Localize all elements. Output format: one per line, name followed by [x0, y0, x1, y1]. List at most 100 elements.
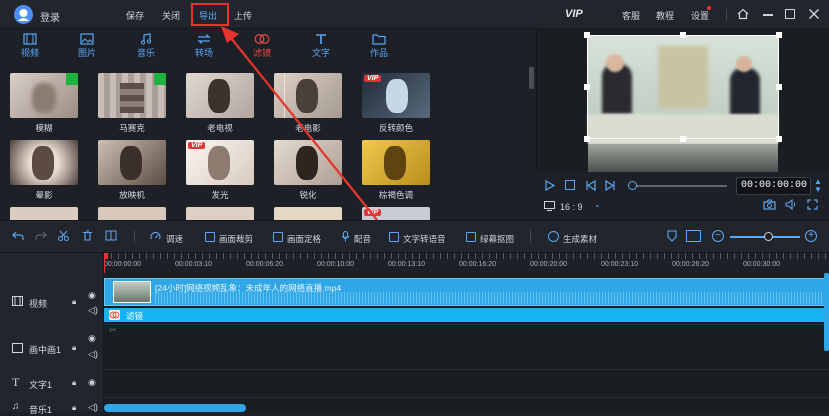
timeline-scrollbar[interactable]: [104, 404, 246, 412]
playback-controls: 00:00:00:00 ▲ ▼ 16 : 9 ⌄: [536, 172, 829, 220]
fullscreen-icon[interactable]: [807, 199, 818, 210]
maximize-icon[interactable]: [785, 9, 795, 19]
filter-thumb-blur[interactable]: [10, 73, 78, 118]
audio-icon[interactable]: ◁): [88, 402, 98, 413]
next-frame-icon[interactable]: [605, 180, 616, 191]
filter-thumb-mosaic[interactable]: [98, 73, 166, 118]
stop-icon[interactable]: [565, 180, 575, 190]
filter-icon: [109, 310, 120, 320]
home-icon[interactable]: [737, 8, 749, 20]
scissors-icon[interactable]: [58, 230, 69, 241]
tutorial-menu[interactable]: 教程: [656, 9, 674, 22]
zoom-slider-handle[interactable]: [764, 232, 773, 241]
filter-clip[interactable]: 滤镜: [104, 308, 829, 322]
ruler-tick: 00:00:26:20: [672, 261, 709, 268]
tab-image[interactable]: 图片: [70, 31, 104, 59]
filter-scrollbar[interactable]: [529, 67, 534, 89]
filter-thumb-vignette[interactable]: [10, 140, 78, 185]
tab-music-label: 音乐: [136, 48, 155, 58]
save-menu[interactable]: 保存: [126, 9, 144, 22]
tab-image-label: 图片: [77, 48, 96, 58]
annotation-arrow: [221, 26, 378, 221]
audio-icon[interactable]: ◁): [88, 349, 98, 360]
eye-icon[interactable]: ◉: [88, 290, 96, 301]
play-icon[interactable]: [544, 180, 555, 191]
tab-music[interactable]: 音乐: [129, 31, 163, 59]
ruler-tick: 00:00:30:00: [743, 261, 780, 268]
redo-icon[interactable]: [35, 230, 47, 241]
lock-icon[interactable]: 🔒︎: [72, 343, 76, 353]
crop-handle[interactable]: [584, 136, 590, 142]
crop-icon: [205, 232, 215, 242]
upload-menu[interactable]: 上传: [234, 9, 252, 22]
zoom-in-icon[interactable]: +: [805, 230, 817, 242]
crop-handle[interactable]: [584, 32, 590, 38]
filter-thumb-projector[interactable]: [98, 140, 166, 185]
crop-button[interactable]: 画面裁剪: [219, 233, 253, 245]
camera-icon[interactable]: [763, 199, 776, 210]
app-logo: [14, 5, 33, 24]
crop-handle[interactable]: [680, 136, 686, 142]
volume-icon[interactable]: [785, 199, 797, 210]
freeze-frame-button[interactable]: 画面定格: [287, 233, 321, 245]
split-icon[interactable]: [105, 230, 117, 241]
export-highlight-box: [191, 3, 229, 26]
freeze-frame-icon: [273, 232, 283, 242]
vip-button[interactable]: VIP: [565, 8, 583, 20]
lock-icon[interactable]: 🔒︎: [72, 378, 76, 388]
tab-video[interactable]: 视频: [13, 31, 47, 59]
crop-handle[interactable]: [584, 84, 590, 90]
track-label-video: 视频: [29, 299, 48, 309]
notification-dot: [707, 6, 711, 10]
microphone-icon: [341, 231, 350, 242]
aspect-ratio-select[interactable]: 16 : 9: [560, 202, 583, 212]
filter-label: 模糊: [35, 123, 53, 133]
zoom-out-icon[interactable]: −: [712, 230, 724, 242]
crop-handle[interactable]: [776, 136, 782, 142]
dubbing-button[interactable]: 配音: [354, 233, 371, 245]
filter-label: 放映机: [119, 190, 145, 200]
timeline-tracks: [24小时]网络视频乱象：未成年人的网络直播.mp4 滤镜 ✂: [104, 273, 829, 412]
track-headers: 视频 🔒︎ ◉ ◁) 画中画1 🔒︎ ◉ ◁) T 文字1 🔒︎ ◉ ♫ 音乐1…: [0, 253, 104, 415]
fit-timeline-icon[interactable]: [686, 230, 701, 242]
delete-icon[interactable]: [82, 230, 93, 241]
track-label-pip: 画中画1: [29, 345, 62, 355]
filter-thumb[interactable]: [98, 207, 166, 220]
timecode-stepper[interactable]: ▲ ▼: [814, 178, 822, 194]
tracks-scrollbar[interactable]: [824, 273, 829, 351]
tab-video-label: 视频: [20, 48, 39, 58]
timeline-ruler[interactable]: 00:00:00:00 00:00:03:10 00:00:06:20 00:0…: [104, 253, 829, 273]
crop-frame[interactable]: [587, 35, 779, 139]
playback-progress[interactable]: [631, 185, 727, 187]
chevron-down-icon[interactable]: ⌄: [594, 200, 601, 209]
text-to-speech-button[interactable]: 文字转语音: [403, 233, 446, 245]
audio-icon[interactable]: ◁): [88, 305, 98, 316]
shield-icon[interactable]: [667, 230, 677, 242]
timecode-display[interactable]: 00:00:00:00: [736, 177, 811, 195]
chroma-key-button[interactable]: 绿幕抠图: [480, 233, 514, 245]
clip-name: [24小时]网络视频乱象：未成年人的网络直播.mp4: [155, 283, 342, 293]
ruler-tick: 00:00:03:10: [175, 261, 212, 268]
crop-handle[interactable]: [776, 84, 782, 90]
crop-handle[interactable]: [680, 32, 686, 38]
monitor-icon: [544, 201, 555, 211]
service-menu[interactable]: 客服: [622, 9, 640, 22]
close-menu[interactable]: 关闭: [162, 9, 180, 22]
close-icon[interactable]: [808, 8, 820, 20]
transition-icon: [197, 34, 211, 44]
settings-menu[interactable]: 设置: [691, 9, 709, 22]
generate-material-button[interactable]: 生成素材: [563, 233, 597, 245]
minimize-icon[interactable]: [763, 14, 773, 16]
divider: [726, 9, 727, 20]
prev-frame-icon[interactable]: [585, 180, 596, 191]
login-link[interactable]: 登录: [40, 9, 60, 24]
lock-icon[interactable]: 🔒︎: [72, 297, 76, 307]
undo-icon[interactable]: [12, 230, 24, 241]
playback-handle[interactable]: [628, 181, 637, 190]
crop-handle[interactable]: [776, 32, 782, 38]
video-clip[interactable]: [24小时]网络视频乱象：未成年人的网络直播.mp4: [104, 278, 829, 306]
speed-button[interactable]: 调速: [166, 233, 183, 245]
filter-thumb[interactable]: [10, 207, 78, 220]
eye-icon[interactable]: ◉: [88, 377, 96, 388]
eye-icon[interactable]: ◉: [88, 333, 96, 344]
